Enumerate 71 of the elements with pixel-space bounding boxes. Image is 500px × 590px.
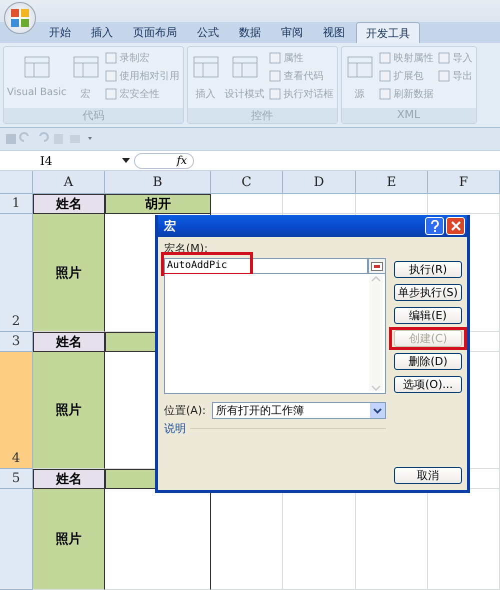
empty-cell xyxy=(428,194,500,214)
row-header[interactable]: 4 xyxy=(0,352,33,469)
function-button[interactable]: fx xyxy=(134,152,194,168)
collapse-button[interactable] xyxy=(368,258,386,274)
range-picker-icon xyxy=(371,262,383,270)
ribbon-tab[interactable]: 开始 xyxy=(40,22,80,43)
row-header[interactable]: 5 xyxy=(0,469,33,489)
column-header[interactable]: D xyxy=(283,171,356,194)
macro-name-field[interactable]: AutoAddPic xyxy=(164,258,368,274)
group-title: XML xyxy=(342,108,476,123)
empty-cell xyxy=(356,194,428,214)
row-header[interactable]: 3 xyxy=(0,332,33,352)
toolbar-icon xyxy=(268,70,281,82)
location-dropdown[interactable]: 所有打开的工作簿 xyxy=(212,402,386,419)
toolbar-icon xyxy=(104,88,117,100)
table-cell: 照片 xyxy=(33,352,105,469)
table-cell: 姓名 xyxy=(33,194,105,214)
toolbar-icon xyxy=(378,52,391,64)
ribbon-tab[interactable]: 审阅 xyxy=(272,22,312,43)
column-header[interactable]: B xyxy=(105,171,211,194)
toolbar-icon xyxy=(378,88,391,100)
location-label: 位置(A): xyxy=(164,403,206,418)
dropdown-icon xyxy=(373,408,382,414)
row-header[interactable]: 1 xyxy=(0,194,33,214)
toolbar-icon xyxy=(438,70,450,82)
toolbar-icon xyxy=(104,52,117,64)
dialog-button[interactable]: 删除(D) xyxy=(394,353,462,370)
row-header[interactable] xyxy=(0,489,33,590)
group-title: 代码 xyxy=(4,108,183,123)
ribbon-tab[interactable]: 视图 xyxy=(314,22,354,43)
scroll-up-icon[interactable] xyxy=(371,276,381,282)
dialog-title: 宏 xyxy=(164,218,176,234)
dialog-button[interactable]: 单步执行(S) xyxy=(394,284,462,301)
table-cell: 姓名 xyxy=(33,332,105,352)
column-header[interactable]: F xyxy=(428,171,500,194)
name-box[interactable]: I4 xyxy=(0,154,118,168)
dialog-button[interactable]: 执行(R) xyxy=(394,261,462,278)
select-all-corner[interactable] xyxy=(0,171,33,194)
table-cell: 照片 xyxy=(33,489,105,590)
row-header[interactable]: 2 xyxy=(0,214,33,332)
ribbon-tab[interactable]: 公式 xyxy=(188,22,228,43)
column-header[interactable]: A xyxy=(33,171,105,194)
toolbar-icon xyxy=(378,70,391,82)
help-button[interactable] xyxy=(425,217,444,235)
scrollbar[interactable] xyxy=(369,276,383,391)
table-cell: 胡开 xyxy=(105,194,211,214)
toolbar-icon xyxy=(268,88,281,100)
help-icon xyxy=(430,220,440,232)
column-header[interactable]: E xyxy=(356,171,428,194)
scroll-down-icon[interactable] xyxy=(371,385,381,391)
column-header[interactable]: C xyxy=(211,171,283,194)
toolbar-icon xyxy=(268,52,281,64)
office-button[interactable] xyxy=(4,2,36,34)
close-icon xyxy=(450,221,460,231)
dialog-button[interactable]: 编辑(E) xyxy=(394,307,462,324)
dropdown-icon[interactable] xyxy=(122,158,130,164)
logo-icon xyxy=(10,8,30,28)
description-label: 说明 xyxy=(164,421,186,436)
ribbon-tab[interactable]: 开发工具 xyxy=(356,22,420,43)
cancel-button[interactable]: 取消 xyxy=(394,467,462,484)
table-cell: 姓名 xyxy=(33,469,105,489)
group-title: 控件 xyxy=(188,108,337,123)
quick-access-toolbar-icon[interactable] xyxy=(4,132,94,146)
ribbon-tab[interactable]: 插入 xyxy=(82,22,122,43)
close-button[interactable] xyxy=(446,217,465,235)
dialog-button[interactable]: 选项(O)... xyxy=(394,376,462,393)
table-cell: 照片 xyxy=(33,214,105,332)
ribbon-tab[interactable]: 数据 xyxy=(230,22,270,43)
toolbar-icon xyxy=(104,70,117,82)
toolbar-icon xyxy=(438,52,450,64)
ribbon-tab[interactable]: 页面布局 xyxy=(124,22,186,43)
